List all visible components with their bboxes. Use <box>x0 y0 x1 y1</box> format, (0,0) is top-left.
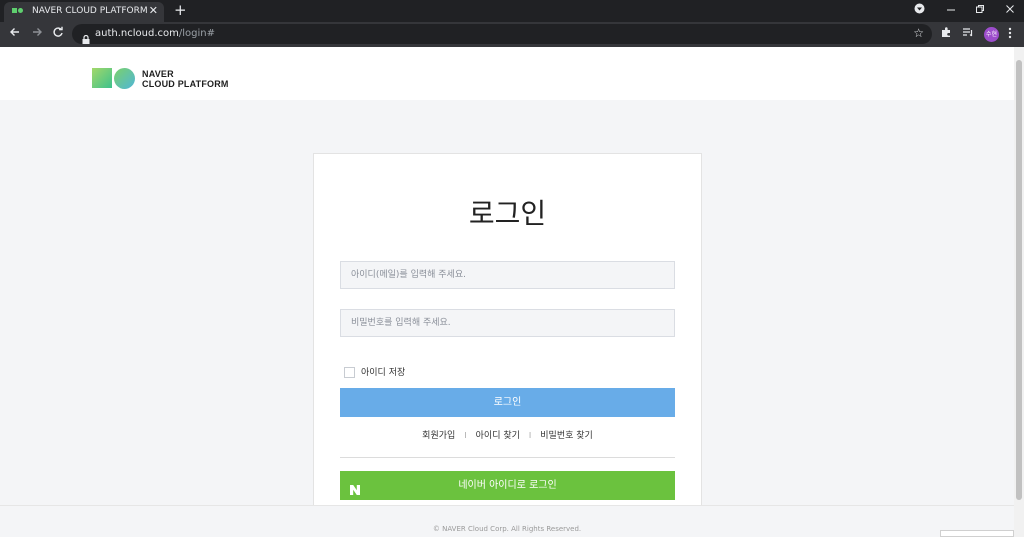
close-window-icon[interactable] <box>1005 3 1015 19</box>
logo-circle-mark <box>114 68 135 89</box>
more-menu-icon[interactable] <box>1008 27 1012 43</box>
id-input[interactable] <box>340 261 675 289</box>
url-path: /login# <box>178 28 215 39</box>
divider <box>340 457 675 458</box>
floating-panel-edge <box>940 530 1014 537</box>
site-footer: © NAVER Cloud Corp. All Rights Reserved. <box>0 505 1014 537</box>
login-button[interactable]: 로그인 <box>340 388 675 417</box>
media-icon[interactable] <box>914 3 925 18</box>
extensions-icon[interactable] <box>941 27 952 42</box>
star-icon[interactable]: ☆ <box>913 26 924 40</box>
scrollbar-thumb[interactable] <box>1016 60 1022 500</box>
plus-icon[interactable]: + <box>174 2 187 18</box>
logo-line2: CLOUD PLATFORM <box>142 79 229 89</box>
remember-id-checkbox[interactable] <box>344 367 355 378</box>
restore-icon[interactable] <box>975 3 985 19</box>
profile-avatar[interactable]: 수현 <box>984 27 999 42</box>
back-arrow-icon[interactable] <box>9 26 21 43</box>
address-bar[interactable]: auth.ncloud.com/login# ☆ <box>72 24 932 44</box>
login-card: 로그인 아이디 저장 로그인 회원가입 I 아이디 찾기 I 비밀번호 찾기 네이버 아… <box>313 153 702 506</box>
page-title: 로그인 <box>468 197 547 230</box>
link-separator: I <box>464 431 467 440</box>
favicon <box>12 8 24 16</box>
url-text[interactable]: auth.ncloud.com/login# <box>95 28 215 39</box>
find-id-link[interactable]: 아이디 찾기 <box>476 431 520 441</box>
reading-list-icon[interactable] <box>962 27 974 42</box>
forward-arrow-icon[interactable] <box>31 26 43 43</box>
copyright-text: © NAVER Cloud Corp. All Rights Reserved. <box>432 525 582 533</box>
link-separator: I <box>528 431 532 440</box>
minimize-icon[interactable] <box>946 3 956 19</box>
signup-link[interactable]: 회원가입 <box>422 431 455 441</box>
password-input[interactable] <box>340 309 675 337</box>
naver-login-label: 네이버 아이디로 로그인 <box>458 480 557 491</box>
browser-tab-bar: NAVER CLOUD PLATFORM ✕ + <box>0 0 1024 22</box>
account-links: 회원가입 I 아이디 찾기 I 비밀번호 찾기 <box>314 428 701 441</box>
reload-icon[interactable] <box>52 26 64 43</box>
naver-n-icon <box>349 479 361 495</box>
browser-tab[interactable]: NAVER CLOUD PLATFORM ✕ <box>4 2 164 22</box>
remember-id-label[interactable]: 아이디 저장 <box>361 367 405 379</box>
find-password-link[interactable]: 비밀번호 찾기 <box>540 431 593 441</box>
browser-toolbar: auth.ncloud.com/login# ☆ <box>0 22 1024 47</box>
naver-login-button[interactable]: 네이버 아이디로 로그인 <box>340 471 675 500</box>
close-icon[interactable]: ✕ <box>149 5 158 17</box>
site-header: NAVER CLOUD PLATFORM <box>0 47 1014 100</box>
logo-square-mark <box>92 68 112 88</box>
naver-cloud-logo[interactable]: NAVER CLOUD PLATFORM <box>92 68 232 90</box>
logo-line1: NAVER <box>142 69 174 79</box>
tab-title: NAVER CLOUD PLATFORM <box>32 6 148 16</box>
lock-icon[interactable] <box>82 29 90 44</box>
url-host: auth.ncloud.com <box>95 28 179 39</box>
logo-text: NAVER CLOUD PLATFORM <box>142 69 229 89</box>
